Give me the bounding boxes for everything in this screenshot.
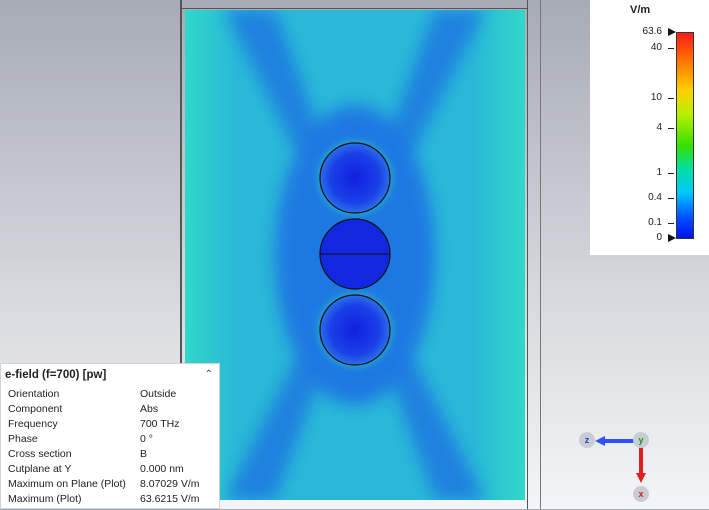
info-value: 0 °: [140, 433, 153, 445]
legend-unit: V/m: [630, 4, 651, 16]
info-key: Component: [8, 403, 63, 415]
bounding-box-right-edge: [527, 0, 528, 509]
legend-tick: 1: [656, 167, 662, 178]
bounding-box-right-edge-outer: [540, 0, 541, 509]
legend-colorbar: [676, 32, 694, 239]
legend-tickmark: [668, 48, 674, 49]
legend-tick-max: 63.6: [642, 26, 662, 37]
sphere-bottom: [319, 294, 391, 366]
info-value: 0.000 nm: [140, 463, 184, 475]
info-value: 8.07029 V/m: [140, 478, 200, 490]
info-key: Frequency: [8, 418, 58, 430]
axis-x-label: x: [633, 486, 649, 502]
info-row-cutplane: Cutplane at Y 0.000 nm: [8, 463, 218, 478]
legend-tick: 0.1: [648, 217, 662, 228]
legend-tick: 0.4: [648, 192, 662, 203]
axis-y-label: y: [633, 432, 649, 448]
3d-viewport[interactable]: V/m 63.6 40 10 4 1 0.4 0.1 0 e-field (f=…: [0, 0, 709, 509]
info-key: Phase: [8, 433, 38, 445]
info-value: Outside: [140, 388, 177, 400]
legend-tick: 4: [656, 122, 662, 133]
legend-max-marker[interactable]: [668, 28, 676, 36]
legend-tickmark: [668, 198, 674, 199]
field-plot[interactable]: [185, 10, 525, 500]
spheres: [319, 142, 391, 366]
info-key: Maximum (Plot): [8, 493, 82, 505]
info-value: Abs: [140, 403, 159, 415]
info-row-max-on-plane: Maximum on Plane (Plot) 8.07029 V/m: [8, 478, 218, 493]
info-value: 700 THz: [140, 418, 180, 430]
legend-tick: 10: [650, 92, 662, 103]
color-legend: V/m 63.6 40 10 4 1 0.4 0.1 0: [590, 0, 709, 255]
info-row-max-plot: Maximum (Plot) 63.6215 V/m: [8, 493, 218, 508]
info-panel-title: e-field (f=700) [pw]: [5, 369, 107, 381]
field-plot-svg: [185, 10, 525, 500]
info-key: Cross section: [8, 448, 72, 460]
info-key: Orientation: [8, 388, 60, 400]
legend-tickmark: [668, 128, 674, 129]
axes-triad[interactable]: z y x: [575, 425, 665, 505]
legend-tick-min: 0: [656, 232, 662, 243]
legend-tickmark: [668, 173, 674, 174]
info-panel: e-field (f=700) [pw] ⌃ Orientation Outsi…: [0, 363, 220, 509]
legend-tickmark: [668, 223, 674, 224]
legend-tickmark: [668, 98, 674, 99]
legend-tick: 40: [650, 42, 662, 53]
axis-z-label: z: [579, 432, 595, 448]
info-row-phase: Phase 0 °: [8, 433, 218, 448]
info-key: Maximum on Plane (Plot): [8, 478, 126, 490]
legend-min-marker[interactable]: [668, 234, 676, 242]
info-key: Cutplane at Y: [8, 463, 72, 475]
info-row-orientation: Orientation Outside: [8, 388, 218, 403]
info-value: 63.6215 V/m: [140, 493, 200, 505]
info-value: B: [140, 448, 148, 460]
info-row-cross-section: Cross section B: [8, 448, 218, 463]
bounding-box-top-edge: [180, 8, 528, 9]
collapse-chevron-icon[interactable]: ⌃: [205, 369, 213, 380]
sphere-top: [319, 142, 391, 214]
info-row-frequency: Frequency 700 THz: [8, 418, 218, 433]
info-row-component: Component Abs: [8, 403, 218, 418]
